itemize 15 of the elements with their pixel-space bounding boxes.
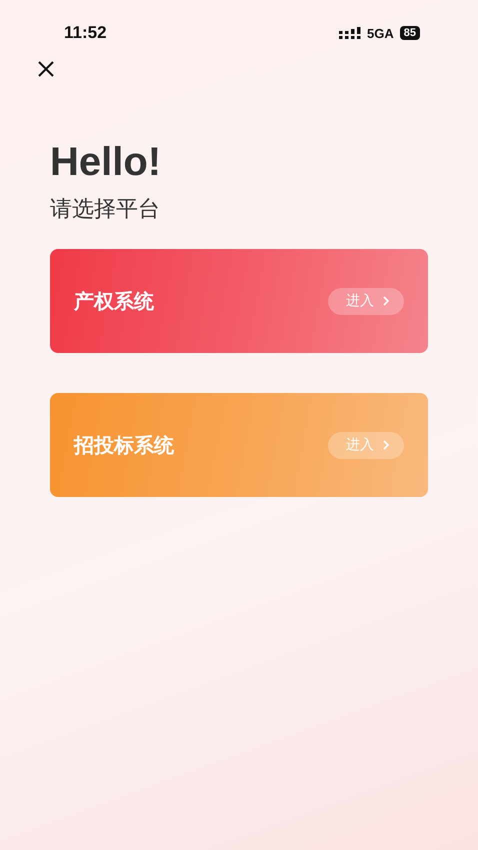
close-button[interactable] (37, 60, 55, 78)
platform-name: 产权系统 (74, 290, 154, 314)
subtitle: 请选择平台 (50, 195, 161, 223)
greeting: Hello! (50, 139, 162, 186)
enter-button[interactable]: 进入 (328, 288, 404, 314)
battery-level: 85 (400, 26, 420, 40)
chevron-right-icon (382, 439, 390, 451)
platform-card[interactable]: 招投标系统 进入 (50, 393, 428, 497)
chevron-right-icon (382, 295, 390, 307)
platform-name: 招投标系统 (74, 434, 174, 458)
platform-card[interactable]: 产权系统 进入 (50, 249, 428, 353)
signal-icon (339, 27, 362, 39)
network-label: 5GA (367, 26, 394, 40)
enter-button[interactable]: 进入 (328, 432, 404, 458)
status-time: 11:52 (64, 23, 107, 43)
